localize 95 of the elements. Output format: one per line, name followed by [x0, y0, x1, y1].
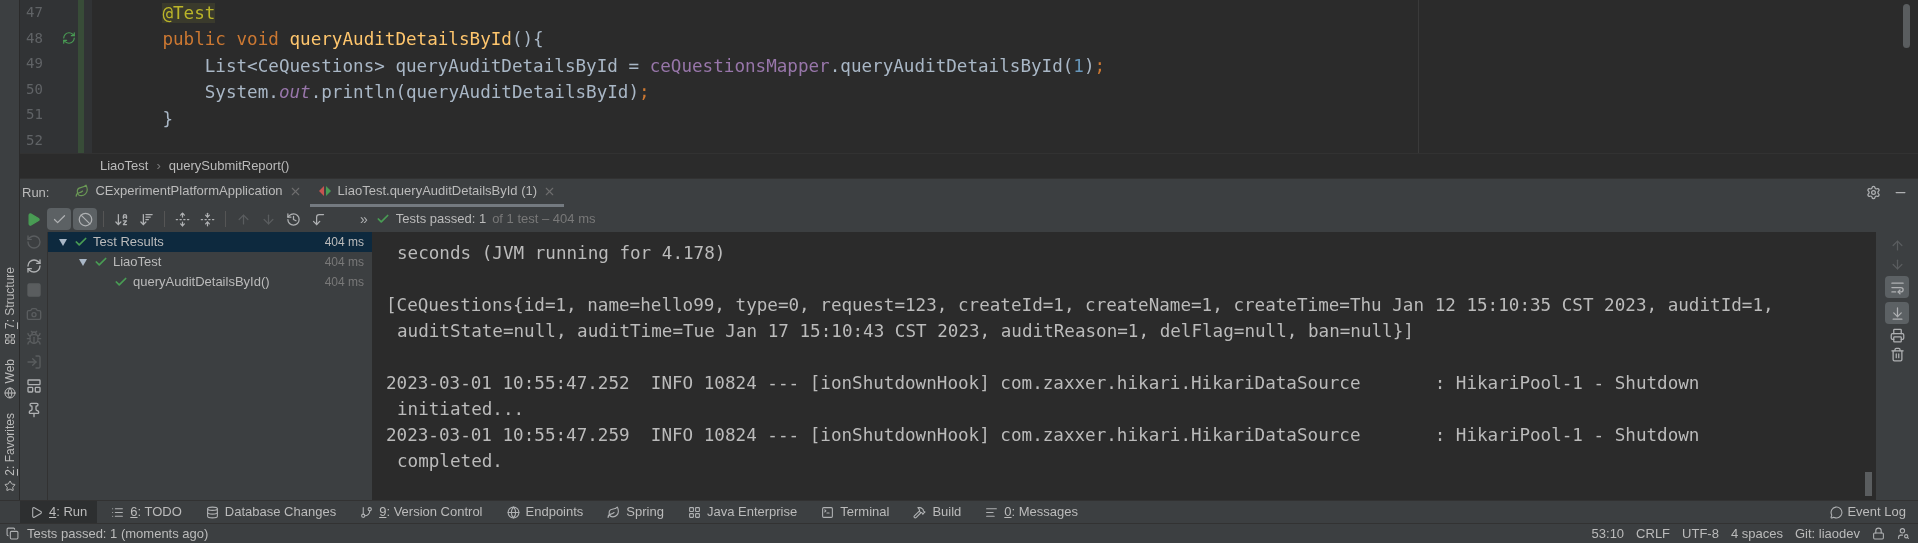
status-item[interactable]: 4 spaces — [1730, 523, 1783, 543]
code-line: System.out.println(queryAuditDetailsById); — [203, 81, 650, 105]
scroll-to-end-toggle[interactable] — [1885, 302, 1909, 324]
console-line: completed. — [396, 449, 503, 473]
todo-tab-icon — [111, 505, 125, 519]
console-line: 2023-03-01 10:55:47.259 INFO 10824 --- [ionShutdownHook] com.zaxxer.hikari.HikariDataSource : HikariPool-1 - Shutdown — [386, 423, 1700, 447]
tool-window-tab[interactable]: 4: Run — [20, 500, 98, 524]
tool-window-tab[interactable]: Terminal — [811, 500, 900, 524]
code-line: List<CeQuestions> queryAuditDetailsById = ceQuestionsMapper.queryAuditDetailsById(1); — [203, 54, 1106, 78]
expand-triangle-icon[interactable] — [58, 237, 68, 247]
console-line: auditState=null, auditTime=Tue Jan 17 15:10:43 CST 2023, auditReason=1, delFlag=null, ban=null}] — [396, 319, 1414, 343]
side-tool-tab[interactable]: Web — [0, 358, 19, 400]
breadcrumb[interactable]: querySubmitReport() — [168, 156, 290, 176]
settings-icon[interactable] — [1866, 185, 1881, 200]
test-duration: 404 ms — [324, 234, 364, 251]
code-line: } — [161, 107, 173, 131]
passed-check-icon — [375, 212, 390, 226]
breadcrumb-separator: › — [156, 157, 161, 176]
wrap-text-icon — [1889, 279, 1905, 295]
passed-check-icon — [94, 255, 108, 269]
endpoints-tab-icon — [506, 505, 520, 519]
test-status: Tests passed: 1 — [395, 210, 487, 229]
event-log-button[interactable]: Event Log — [1830, 502, 1906, 522]
run-gutter-icon[interactable] — [62, 31, 76, 46]
run-label: Run: — [22, 183, 50, 202]
tool-window-tab[interactable]: Java Enterprise — [677, 500, 808, 524]
tool-window-tab[interactable]: Endpoints — [496, 500, 594, 524]
grid-icon — [3, 332, 16, 345]
spring-tab-icon — [607, 505, 621, 519]
side-tool-tab[interactable]: 7: Structure — [0, 266, 19, 345]
collapse-all-icon[interactable] — [200, 211, 215, 227]
tree-item[interactable]: LiaoTest 404 ms — [48, 252, 372, 272]
run-icon[interactable] — [26, 211, 41, 227]
console-line: [CeQuestions{id=1, name=hello99, type=0, request=123, createId=1, createName=1, createTime=Thu Jan 12 15:10:35 CST 2023, auditId=1, — [386, 293, 1774, 317]
tool-window-tab[interactable]: Build — [903, 500, 972, 524]
passed-check-icon — [114, 275, 128, 289]
status-item[interactable]: Git: liaodev — [1794, 523, 1860, 543]
vcs-tab-icon — [360, 505, 374, 519]
tool-window-tab[interactable]: 9: Version Control — [350, 500, 493, 524]
test-duration: 404 ms — [324, 274, 364, 291]
terminal-tab-icon — [821, 505, 835, 519]
test-icon — [317, 185, 332, 197]
show-passed-toggle[interactable] — [47, 208, 71, 230]
tool-window-tab[interactable]: Spring — [597, 500, 674, 524]
run-tab[interactable]: CExperimentPlatformApplication — [67, 178, 310, 207]
history-icon[interactable] — [286, 211, 301, 227]
star-icon — [3, 480, 16, 492]
scrollbar-thumb[interactable] — [1865, 472, 1872, 496]
sort-by-duration-icon[interactable] — [139, 211, 154, 227]
database-tab-icon — [205, 505, 219, 519]
tool-window-tab[interactable]: 0: Messages — [975, 500, 1088, 524]
messages-tab-icon — [985, 505, 999, 519]
lock-icon[interactable] — [1872, 527, 1885, 540]
expand-triangle-icon[interactable] — [78, 257, 88, 267]
sort-alphabetically-icon[interactable] — [114, 211, 129, 227]
console-line: seconds (JVM running for 4.178) — [396, 241, 726, 265]
leaf-icon — [75, 184, 90, 198]
breadcrumb[interactable]: LiaoTest — [100, 156, 149, 176]
status-message: Tests passed: 1 (moments ago) — [27, 524, 209, 543]
tool-window-tab[interactable]: 6: TODO — [101, 500, 192, 524]
javaee-tab-icon — [687, 505, 701, 519]
tool-window-tab[interactable]: Database Changes — [195, 500, 347, 524]
globe-icon — [3, 387, 16, 400]
tree-item[interactable]: queryAuditDetailsById() 404 ms — [48, 272, 372, 292]
tree-item[interactable]: Test Results 404 ms — [48, 232, 372, 252]
test-name: LiaoTest — [113, 253, 162, 272]
run-tab-icon — [30, 505, 43, 519]
inspector-icon[interactable] — [1897, 527, 1910, 540]
build-tab-icon — [913, 505, 927, 519]
expand-all-icon[interactable] — [175, 211, 190, 227]
scrollbar-thumb[interactable] — [1903, 4, 1910, 48]
print-icon[interactable] — [1889, 328, 1905, 343]
status-item[interactable]: CRLF — [1636, 523, 1671, 543]
soft-wrap-toggle[interactable] — [1885, 276, 1909, 298]
test-name: queryAuditDetailsById() — [133, 273, 270, 292]
side-tool-tab[interactable]: 2: Favorites — [0, 413, 19, 492]
console-line: initiated... — [396, 397, 525, 421]
console-line: 2023-03-01 10:55:47.252 INFO 10824 --- [ionShutdownHook] com.zaxxer.hikari.HikariDataSource : HikariPool-1 - Shutdown — [386, 371, 1700, 395]
show-ignored-toggle[interactable] — [73, 208, 97, 230]
test-status-detail: of 1 test – 404 ms — [492, 210, 596, 229]
panel-toggle-icon[interactable] — [6, 527, 19, 540]
auto-test-icon[interactable] — [25, 258, 42, 274]
more-button[interactable]: » — [360, 208, 368, 230]
run-tab[interactable]: LiaoTest.queryAuditDetailsById (1) — [309, 178, 565, 207]
passed-check-icon — [74, 235, 88, 249]
test-name: Test Results — [93, 233, 164, 252]
status-item[interactable]: 53:10 — [1591, 523, 1625, 543]
speech-bubble-icon — [1830, 505, 1844, 519]
no-entry-icon — [77, 211, 93, 227]
trash-icon[interactable] — [1889, 347, 1905, 362]
test-duration: 404 ms — [324, 254, 364, 271]
code-line: public void queryAuditDetailsById(){ — [161, 28, 544, 52]
import-tests-icon[interactable] — [311, 211, 326, 227]
layout-icon[interactable] — [25, 378, 42, 394]
status-item[interactable]: UTF-8 — [1682, 523, 1719, 543]
